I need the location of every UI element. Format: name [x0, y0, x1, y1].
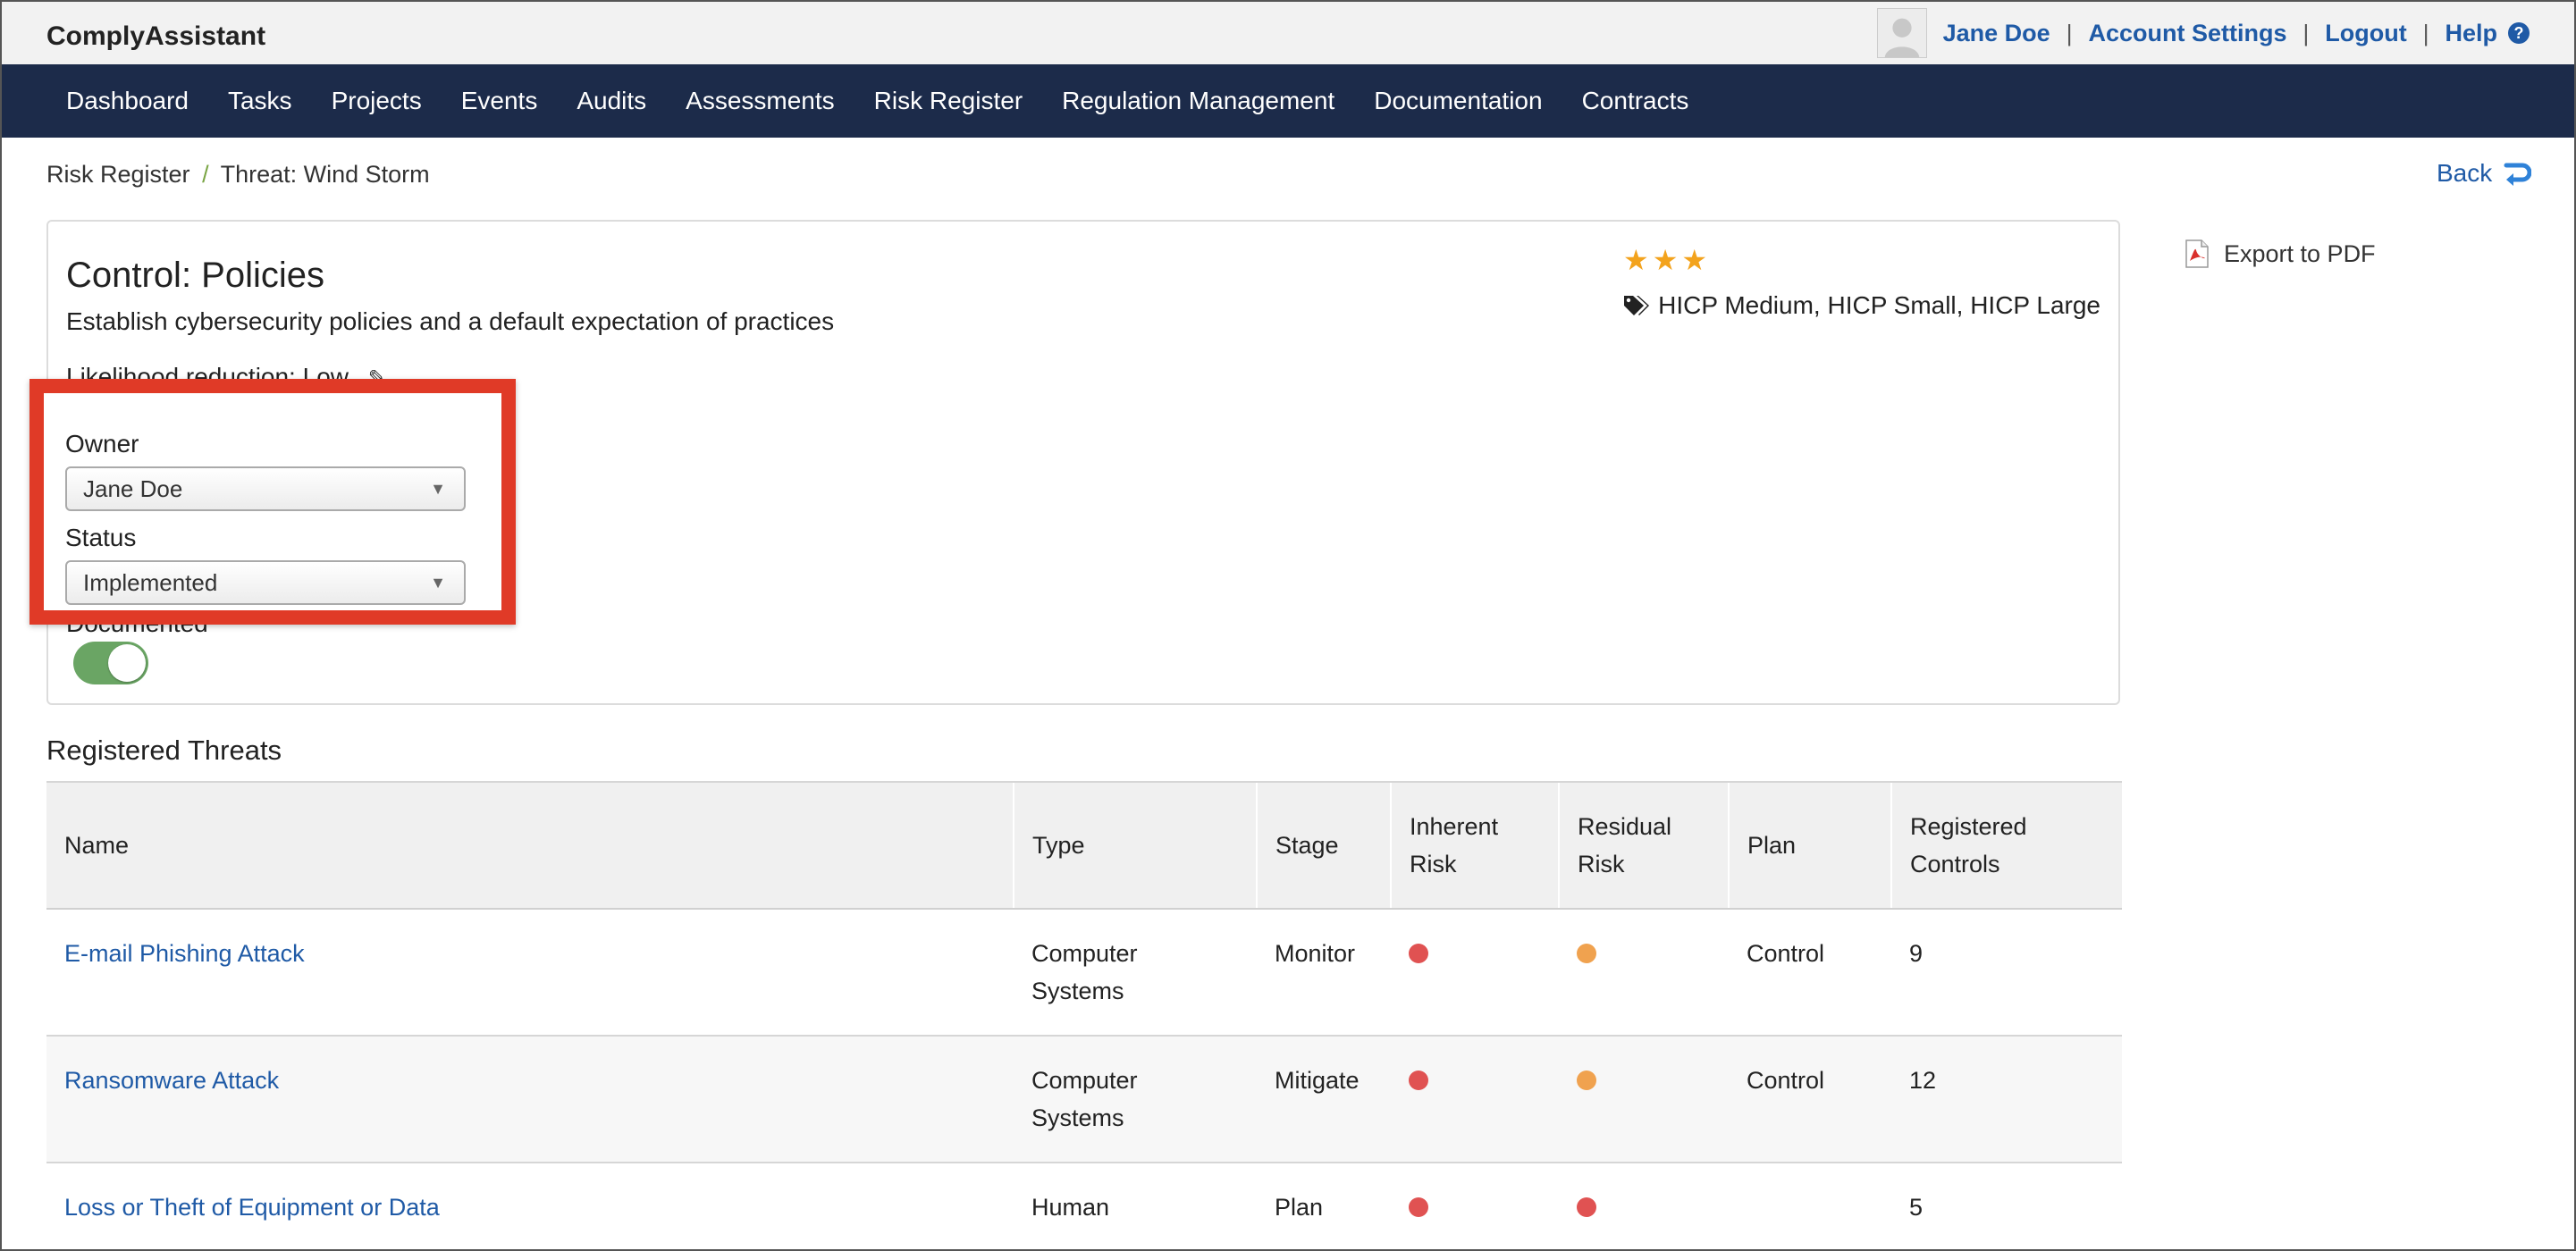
threat-link[interactable]: E-mail Phishing Attack [64, 940, 305, 967]
threat-plan-cell: Control [1729, 909, 1891, 1037]
export-label: Export to PDF [2224, 239, 2376, 267]
nav-dashboard[interactable]: Dashboard [66, 87, 189, 115]
help-link[interactable]: Help [2445, 20, 2497, 47]
user-silhouette-icon [1877, 9, 1926, 57]
residual-risk-cell [1559, 1036, 1729, 1163]
residual-risk-cell [1559, 1163, 1729, 1251]
inherent-risk-dot [1409, 944, 1428, 963]
status-select[interactable]: Implemented ▼ [65, 560, 466, 605]
table-row: E-mail Phishing Attack Computer Systems M… [46, 909, 2122, 1037]
inherent-risk-dot [1409, 1197, 1428, 1217]
nav-events[interactable]: Events [461, 87, 538, 115]
threat-name-cell: Ransomware Attack [46, 1036, 1014, 1163]
dropdown-arrow-icon: ▼ [430, 480, 446, 498]
breadcrumb-parent-link[interactable]: Risk Register [46, 161, 190, 188]
threat-type-cell: Human [1014, 1163, 1257, 1251]
registered-threats-title: Registered Threats [46, 735, 282, 766]
nav-documentation[interactable]: Documentation [1374, 87, 1542, 115]
table-row: Ransomware Attack Computer Systems Mitiga… [46, 1036, 2122, 1163]
threats-table: Name Type Stage Inherent Risk Residual Ris… [46, 781, 2122, 1251]
nav-audits[interactable]: Audits [577, 87, 646, 115]
threat-stage-cell: Monitor [1257, 909, 1391, 1037]
column-header-plan[interactable]: Plan [1728, 781, 1891, 910]
question-circle-icon[interactable]: ? [2508, 22, 2530, 44]
separator: | [2422, 19, 2429, 46]
inherent-risk-cell [1391, 1163, 1559, 1251]
column-header-inherent-risk[interactable]: Inherent Risk [1390, 781, 1559, 910]
threat-plan-cell [1729, 1163, 1891, 1251]
table-header-row: Name Type Stage Inherent Risk Residual Ris… [46, 781, 2122, 910]
pdf-file-icon [2185, 239, 2209, 268]
nav-assessments[interactable]: Assessments [686, 87, 835, 115]
column-header-registered-controls[interactable]: Registered Controls [1890, 781, 2122, 910]
rating-stars: ★★★ [1623, 244, 1712, 276]
breadcrumb: Risk Register / Threat: Wind Storm [46, 161, 430, 189]
threat-name-cell: E-mail Phishing Attack [46, 909, 1014, 1037]
back-button[interactable]: Back [2437, 159, 2532, 188]
highlight-box: Owner Jane Doe ▼ Status Implemented ▼ [29, 379, 516, 625]
export-pdf-button[interactable]: Export to PDF [2185, 239, 2376, 268]
threat-name-cell: Loss or Theft of Equipment or Data [46, 1163, 1014, 1251]
column-header-type[interactable]: Type [1013, 781, 1257, 910]
back-label: Back [2437, 159, 2493, 187]
threat-plan-cell: Control [1729, 1036, 1891, 1163]
inherent-risk-dot [1409, 1070, 1428, 1090]
residual-risk-dot [1577, 944, 1596, 963]
threat-controls-cell: 5 [1891, 1163, 2122, 1251]
breadcrumb-current: Threat: Wind Storm [220, 161, 430, 188]
owner-value: Jane Doe [83, 475, 183, 502]
residual-risk-dot [1577, 1197, 1596, 1217]
main-nav: Dashboard Tasks Projects Events Audits A… [0, 64, 2576, 138]
logout-link[interactable]: Logout [2325, 20, 2406, 47]
status-label: Status [65, 524, 137, 551]
threat-type-cell: Computer Systems [1014, 909, 1257, 1037]
return-arrow-icon [2504, 163, 2532, 186]
app-title: ComplyAssistant [46, 21, 266, 51]
tags-text: HICP Medium, HICP Small, HICP Large [1658, 291, 2100, 319]
user-name-link[interactable]: Jane Doe [1943, 20, 2050, 47]
nav-projects[interactable]: Projects [332, 87, 422, 115]
separator: | [2066, 19, 2073, 46]
status-value: Implemented [83, 569, 218, 596]
threat-link[interactable]: Loss or Theft of Equipment or Data [64, 1194, 440, 1221]
nav-regulation-management[interactable]: Regulation Management [1062, 87, 1334, 115]
threat-controls-cell: 12 [1891, 1036, 2122, 1163]
residual-risk-dot [1577, 1070, 1596, 1090]
documented-toggle[interactable] [73, 642, 148, 684]
user-menu: Jane Doe | Account Settings | Logout | H… [1876, 7, 2530, 59]
threat-controls-cell: 9 [1891, 909, 2122, 1037]
column-header-residual-risk[interactable]: Residual Risk [1558, 781, 1729, 910]
top-bar: ComplyAssistant Jane Doe | Account Setti… [0, 0, 2576, 64]
column-header-name[interactable]: Name [46, 781, 1014, 910]
control-title: Control: Policies [66, 256, 325, 295]
table-row: Loss or Theft of Equipment or Data Human… [46, 1163, 2122, 1251]
threat-link[interactable]: Ransomware Attack [64, 1067, 279, 1094]
threat-stage-cell: Mitigate [1257, 1036, 1391, 1163]
residual-risk-cell [1559, 909, 1729, 1037]
column-header-stage[interactable]: Stage [1256, 781, 1391, 910]
threat-stage-cell: Plan [1257, 1163, 1391, 1251]
owner-label: Owner [65, 430, 139, 458]
breadcrumb-separator: / [202, 161, 209, 188]
tags-icon [1624, 296, 1650, 315]
nav-risk-register[interactable]: Risk Register [874, 87, 1023, 115]
threat-type-cell: Computer Systems [1014, 1036, 1257, 1163]
separator: | [2302, 19, 2310, 46]
control-tags: HICP Medium, HICP Small, HICP Large [1622, 291, 2100, 320]
owner-select[interactable]: Jane Doe ▼ [65, 466, 466, 511]
control-description: Establish cybersecurity policies and a d… [66, 307, 835, 335]
dropdown-arrow-icon: ▼ [430, 574, 446, 592]
inherent-risk-cell [1391, 909, 1559, 1037]
toggle-knob [108, 644, 146, 682]
nav-contracts[interactable]: Contracts [1582, 87, 1689, 115]
inherent-risk-cell [1391, 1036, 1559, 1163]
avatar[interactable] [1876, 8, 1927, 58]
account-settings-link[interactable]: Account Settings [2088, 20, 2286, 47]
nav-tasks[interactable]: Tasks [228, 87, 292, 115]
